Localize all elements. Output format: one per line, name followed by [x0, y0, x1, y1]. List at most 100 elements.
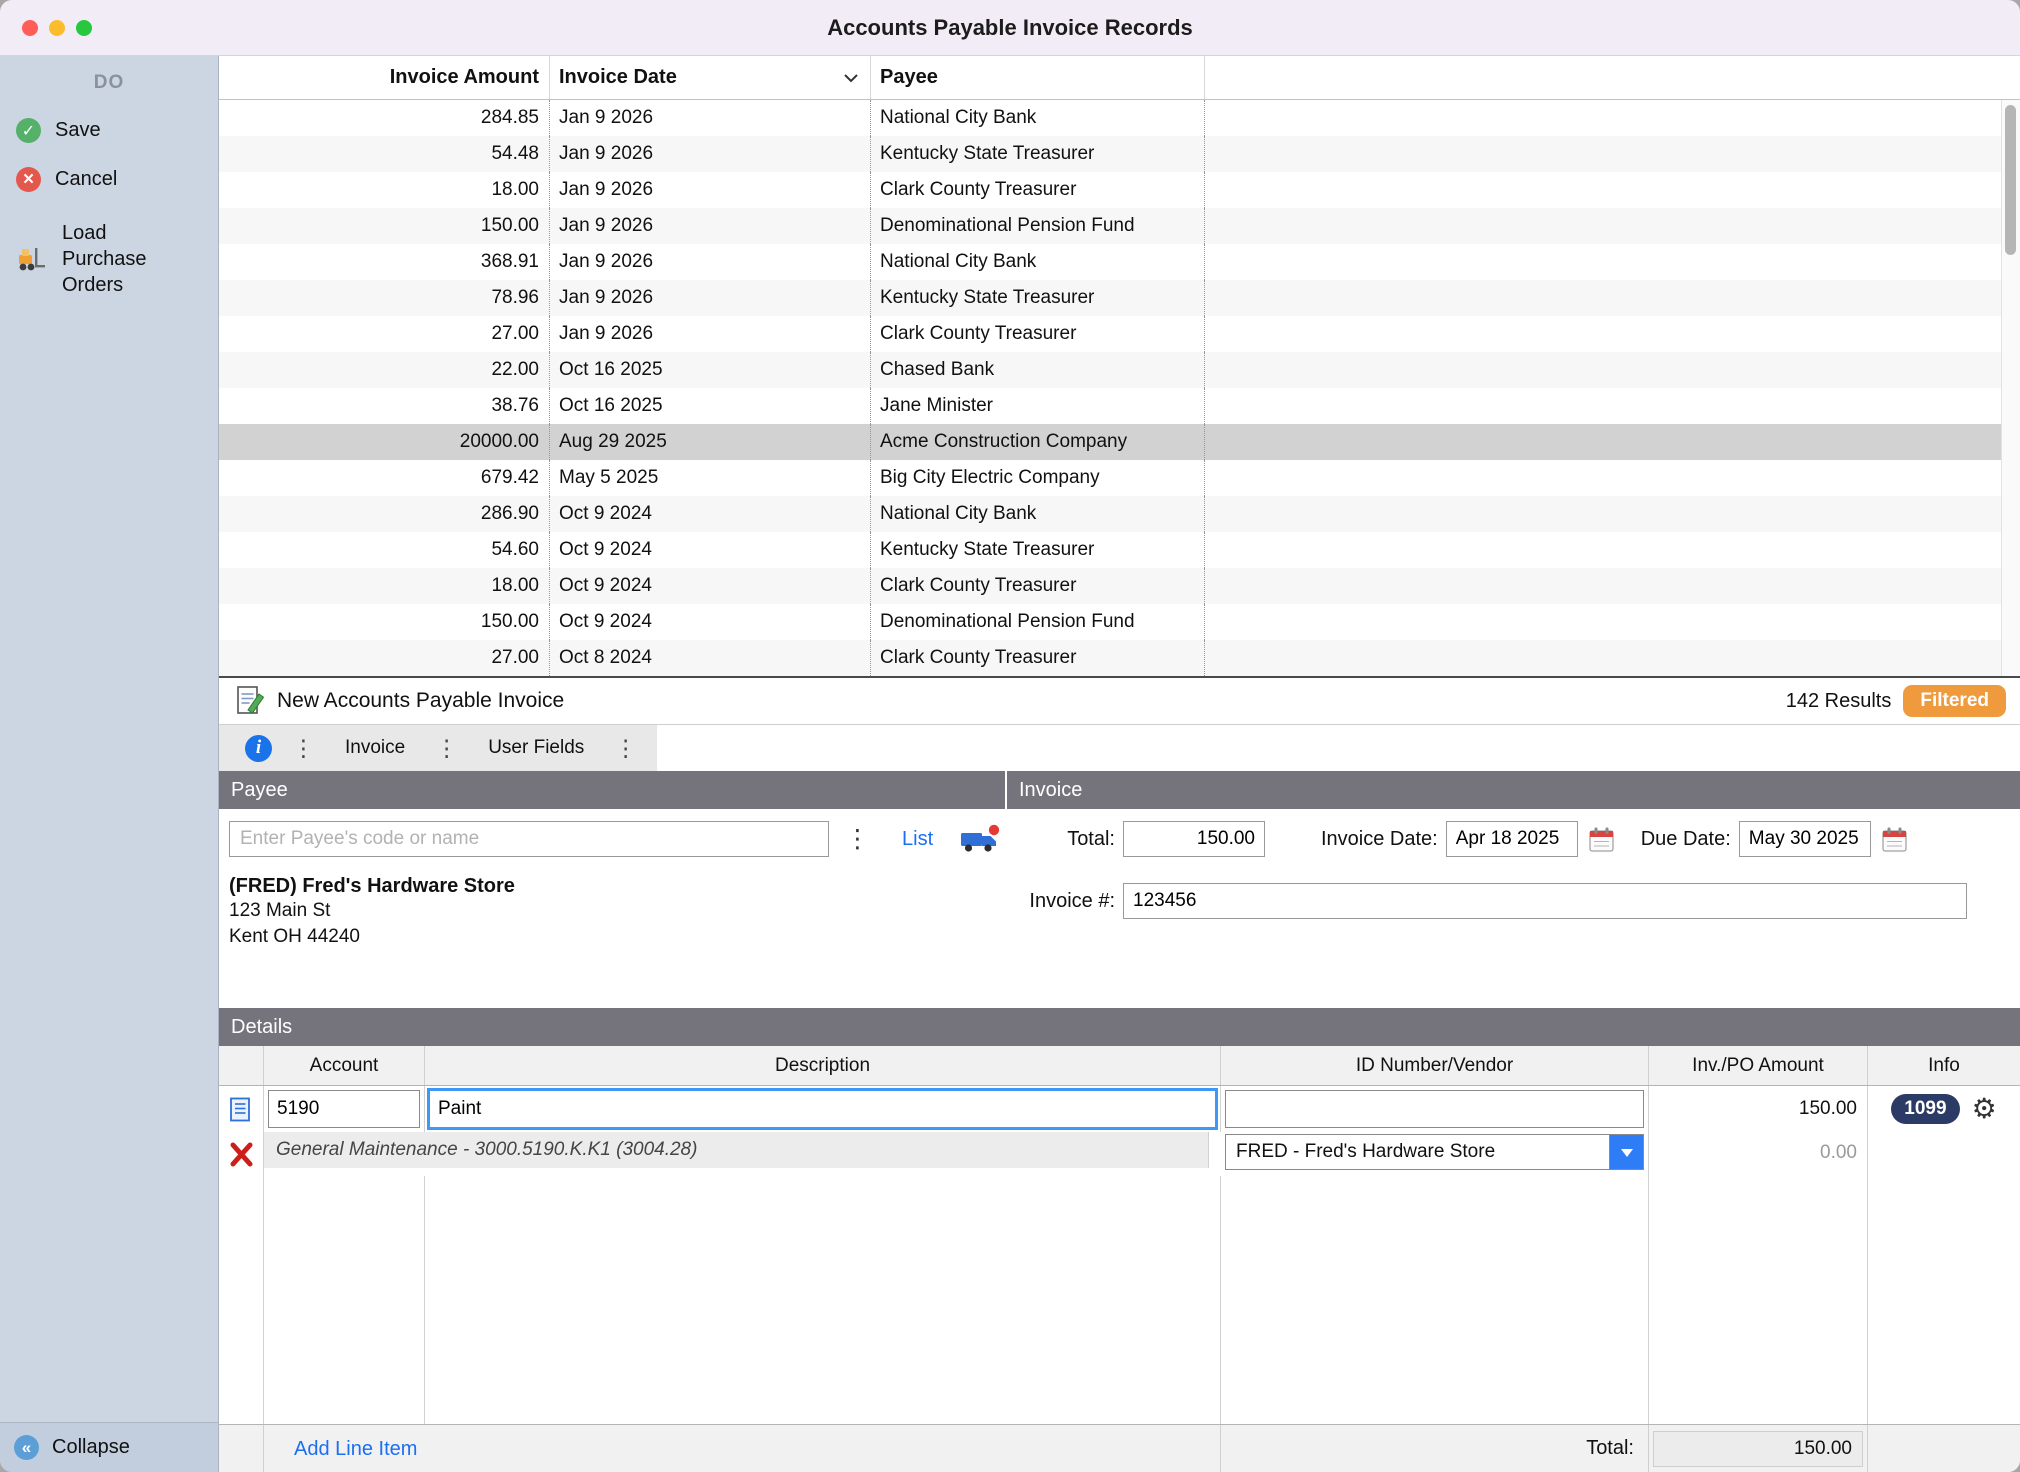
- record-title: New Accounts Payable Invoice: [277, 689, 564, 713]
- invoice-record-row[interactable]: 27.00 Oct 8 2024 Clark County Treasurer: [219, 640, 2020, 676]
- invoice-record-row[interactable]: 38.76 Oct 16 2025 Jane Minister: [219, 388, 2020, 424]
- invoice-record-row[interactable]: 150.00 Oct 9 2024 Denominational Pension…: [219, 604, 2020, 640]
- cell-invoice-date: Oct 9 2024: [550, 496, 871, 532]
- results-count: 142 Results: [1786, 690, 1892, 713]
- invoice-record-row[interactable]: 78.96 Jan 9 2026 Kentucky State Treasure…: [219, 280, 2020, 316]
- cell-invoice-amount: 78.96: [219, 280, 550, 316]
- drag-handle-icon[interactable]: ⋮: [614, 737, 637, 760]
- column-header-payee[interactable]: Payee: [871, 56, 1205, 99]
- invoice-record-row[interactable]: 286.90 Oct 9 2024 National City Bank: [219, 496, 2020, 532]
- line-item-row: 150.00 1099 ⚙: [219, 1086, 2020, 1132]
- cell-invoice-date: Jan 9 2026: [550, 244, 871, 280]
- tab-strip: i ⋮ Invoice ⋮ User Fields ⋮: [219, 725, 657, 771]
- total-input[interactable]: [1123, 821, 1265, 857]
- dropdown-chevron-icon[interactable]: [1609, 1135, 1643, 1169]
- cell-payee: Jane Minister: [871, 388, 1205, 424]
- vendor-select[interactable]: FRED - Fred's Hardware Store: [1225, 1134, 1644, 1170]
- invoice-panel-header: Invoice: [1007, 771, 2020, 809]
- due-date-input[interactable]: [1739, 821, 1871, 857]
- invoice-record-row[interactable]: 54.60 Oct 9 2024 Kentucky State Treasure…: [219, 532, 2020, 568]
- minimize-button[interactable]: [49, 20, 65, 36]
- payee-panel: Payee ⋮ List: [219, 771, 1005, 1008]
- line-amount-value: 150.00: [1649, 1086, 1868, 1132]
- drag-handle-icon[interactable]: ⋮: [292, 737, 315, 760]
- invoice-panel: Invoice Total: Invoice Date:: [1007, 771, 2020, 1008]
- invoice-record-row[interactable]: 150.00 Jan 9 2026 Denominational Pension…: [219, 208, 2020, 244]
- load-purchase-orders-label: Load Purchase Orders: [62, 220, 174, 298]
- cell-invoice-amount: 54.48: [219, 136, 550, 172]
- payee-name: (FRED) Fred's Hardware Store: [229, 875, 1005, 898]
- payee-search-input[interactable]: [229, 821, 829, 857]
- cell-invoice-amount: 27.00: [219, 316, 550, 352]
- details-table-header: Account Description ID Number/Vendor Inv…: [219, 1046, 2020, 1086]
- column-header-invoice-date[interactable]: Invoice Date: [550, 56, 871, 99]
- cell-payee: National City Bank: [871, 100, 1205, 136]
- description-input[interactable]: [427, 1088, 1218, 1130]
- invoice-date-label: Invoice Date:: [1321, 828, 1438, 851]
- sidebar: DO ✓ Save × Cancel: [0, 56, 219, 1472]
- calendar-icon[interactable]: [1588, 826, 1615, 853]
- invoice-number-input[interactable]: [1123, 883, 1967, 919]
- column-header-invoice-amount[interactable]: Invoice Amount: [219, 56, 550, 99]
- invoice-number-label: Invoice #:: [1007, 890, 1115, 913]
- cell-invoice-amount: 22.00: [219, 352, 550, 388]
- invoice-record-row[interactable]: 679.42 May 5 2025 Big City Electric Comp…: [219, 460, 2020, 496]
- invoice-record-row[interactable]: 54.48 Jan 9 2026 Kentucky State Treasure…: [219, 136, 2020, 172]
- invoice-record-row[interactable]: 18.00 Jan 9 2026 Clark County Treasurer: [219, 172, 2020, 208]
- details-empty-area: [219, 1176, 2020, 1424]
- invoice-record-row[interactable]: 22.00 Oct 16 2025 Chased Bank: [219, 352, 2020, 388]
- titlebar: Accounts Payable Invoice Records: [0, 0, 2020, 56]
- cell-invoice-date: Jan 9 2026: [550, 280, 871, 316]
- cell-payee: Acme Construction Company: [871, 424, 1205, 460]
- cell-invoice-amount: 368.91: [219, 244, 550, 280]
- traffic-lights: [22, 0, 92, 55]
- invoice-record-row[interactable]: 27.00 Jan 9 2026 Clark County Treasurer: [219, 316, 2020, 352]
- cell-invoice-amount: 286.90: [219, 496, 550, 532]
- tab-invoice[interactable]: Invoice: [335, 728, 415, 768]
- memo-icon[interactable]: [227, 1096, 255, 1123]
- cell-invoice-date: Jan 9 2026: [550, 136, 871, 172]
- calendar-icon[interactable]: [1881, 826, 1908, 853]
- tab-user-fields[interactable]: User Fields: [478, 728, 594, 768]
- invoice-record-row[interactable]: 18.00 Oct 9 2024 Clark County Treasurer: [219, 568, 2020, 604]
- id-number-input[interactable]: [1225, 1090, 1644, 1128]
- payee-address-line2: Kent OH 44240: [229, 924, 1005, 950]
- cell-payee: Chased Bank: [871, 352, 1205, 388]
- payee-address-line1: 123 Main St: [229, 898, 1005, 924]
- collapse-button[interactable]: « Collapse: [0, 1422, 218, 1472]
- gear-icon[interactable]: ⚙: [1972, 1095, 1997, 1123]
- load-purchase-orders-button[interactable]: Load Purchase Orders: [0, 220, 218, 298]
- column-header-empty: [1205, 56, 2020, 99]
- add-line-item-link[interactable]: Add Line Item: [294, 1438, 417, 1461]
- zoom-button[interactable]: [76, 20, 92, 36]
- payee-list-link[interactable]: List: [902, 828, 933, 851]
- 1099-badge[interactable]: 1099: [1891, 1094, 1959, 1124]
- table-scrollbar[interactable]: [2001, 100, 2020, 676]
- info-icon[interactable]: i: [245, 735, 272, 762]
- invoice-date-input[interactable]: [1446, 821, 1578, 857]
- truck-icon[interactable]: [959, 823, 1001, 855]
- cell-payee: National City Bank: [871, 496, 1205, 532]
- delete-line-icon[interactable]: [228, 1141, 255, 1168]
- form-panels: Payee ⋮ List: [219, 771, 2020, 1008]
- cell-payee: National City Bank: [871, 244, 1205, 280]
- x-icon: ×: [16, 167, 41, 192]
- cell-payee: Clark County Treasurer: [871, 568, 1205, 604]
- invoice-record-row[interactable]: 20000.00 Aug 29 2025 Acme Construction C…: [219, 424, 2020, 460]
- invoice-record-row[interactable]: 368.91 Jan 9 2026 National City Bank: [219, 244, 2020, 280]
- cell-payee: Clark County Treasurer: [871, 316, 1205, 352]
- filtered-badge[interactable]: Filtered: [1903, 685, 2006, 717]
- invoice-record-row[interactable]: 284.85 Jan 9 2026 National City Bank: [219, 100, 2020, 136]
- drag-handle-icon[interactable]: ⋮: [435, 737, 458, 760]
- cancel-button[interactable]: × Cancel: [0, 167, 218, 192]
- save-button[interactable]: ✓ Save: [0, 118, 218, 143]
- total-label: Total:: [1007, 828, 1115, 851]
- cell-invoice-date: Oct 16 2025: [550, 352, 871, 388]
- record-title-bar: New Accounts Payable Invoice 142 Results…: [219, 678, 2020, 724]
- column-header-id-number-vendor: ID Number/Vendor: [1221, 1046, 1649, 1085]
- account-input[interactable]: [268, 1090, 420, 1128]
- payee-menu-icon[interactable]: ⋮: [845, 827, 870, 852]
- close-button[interactable]: [22, 20, 38, 36]
- scrollbar-thumb[interactable]: [2005, 105, 2016, 255]
- cell-invoice-date: Jan 9 2026: [550, 100, 871, 136]
